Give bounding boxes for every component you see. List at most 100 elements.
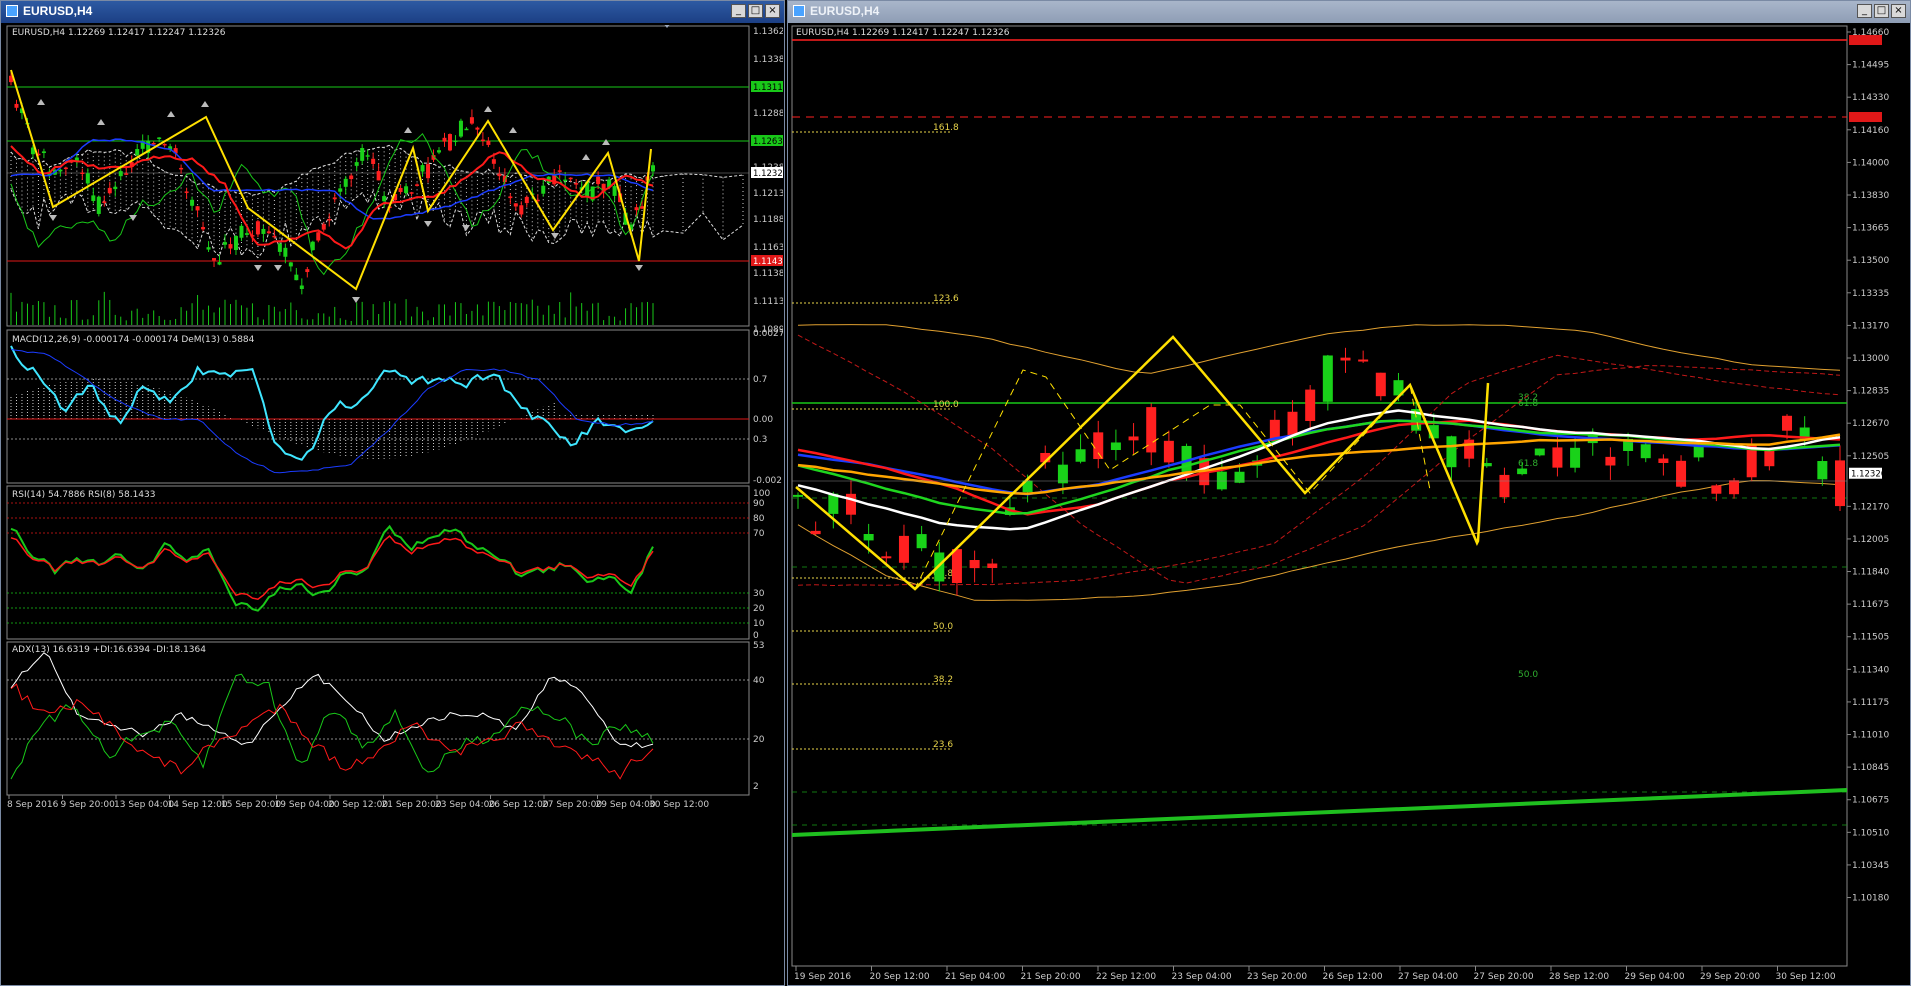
time-tick: 21 Sep 20:00 (1021, 972, 1081, 982)
price-tick: 1.13665 (1852, 224, 1889, 234)
adx-tick: 20 (753, 735, 765, 745)
candle-body (376, 171, 381, 181)
price-tick: 1.14160 (1852, 126, 1889, 136)
candle-body (1093, 432, 1104, 460)
left-chart-window[interactable]: EURUSD,H4 _ □ × EURUSD,H4 1.12269 1.1241… (0, 0, 785, 986)
close-button[interactable]: × (1891, 4, 1906, 18)
right-window-titlebar[interactable]: EURUSD,H4 _ □ × (788, 1, 1910, 23)
time-tick: 20 Sep 12:00 (328, 800, 388, 810)
macd-tick: 0.7 (753, 375, 767, 385)
candle-body (442, 137, 447, 142)
candle-body (898, 535, 909, 563)
candle-body (195, 206, 200, 211)
candle-body (1464, 439, 1475, 459)
candle-body (1075, 449, 1086, 462)
time-tick: 29 Sep 04:00 (596, 800, 656, 810)
candle-body (316, 232, 321, 241)
price-tick: 1.10675 (1852, 796, 1889, 806)
candle-body (14, 103, 19, 108)
close-button[interactable]: × (765, 4, 780, 18)
price-tick: 1.13170 (1852, 321, 1889, 331)
candle-body (404, 186, 409, 194)
price-tick: 1.11885 (753, 215, 783, 225)
candle-body (272, 235, 277, 238)
candle-body (1658, 458, 1669, 463)
candle-body (255, 221, 260, 235)
price-tick: 1.14000 (1852, 158, 1889, 168)
adx-tick: 2 (753, 782, 759, 792)
fib-level-label: 123.6 (933, 294, 959, 304)
minimize-button[interactable]: _ (1857, 4, 1872, 18)
time-tick: 8 Sep 2016 (7, 800, 59, 810)
candle-body (223, 242, 227, 245)
left-chart-canvas[interactable]: EURUSD,H4 1.12269 1.12417 1.12247 1.1232… (3, 25, 783, 985)
price-tick: 1.12135 (753, 189, 783, 199)
time-tick: 20 Sep 12:00 (870, 972, 930, 982)
price-tick: 1.12880 (753, 109, 783, 119)
candle-body (524, 196, 529, 204)
candle-body (480, 139, 485, 142)
chart-window-icon (6, 5, 18, 17)
candle-body (184, 191, 189, 193)
candle-body (596, 176, 601, 185)
candle-body (365, 155, 370, 157)
candle-body (612, 186, 617, 196)
candle-body (793, 494, 803, 497)
fib-level-label: 50.0 (933, 622, 953, 632)
price-tick: 1.12005 (1852, 535, 1889, 545)
right-chart-window[interactable]: EURUSD,H4 _ □ × 161.8 123.6 100.0 61.8 50.0 3… (787, 0, 1911, 986)
price-tag-red (1849, 35, 1882, 45)
candle-body (1110, 442, 1121, 451)
candle-body (486, 140, 491, 145)
macd-tick: 0.002763 (753, 329, 783, 339)
candle-body (1693, 445, 1704, 458)
right-price-pane (791, 25, 1848, 967)
candle-body (951, 549, 962, 584)
maximize-button[interactable]: □ (1874, 4, 1889, 18)
candle-body (206, 247, 211, 250)
rsi-pane (6, 485, 750, 640)
macd-header: MACD(12,26,9) -0.000174 -0.000174 DeM(13… (12, 335, 255, 345)
candle-body (541, 185, 546, 194)
candle-body (212, 258, 217, 261)
candle-body (162, 143, 167, 146)
candle-body (469, 117, 474, 124)
adx-tick: 40 (753, 676, 765, 686)
candle-body (563, 179, 568, 182)
rsi-tick: 80 (753, 514, 765, 524)
time-tick: 9 Sep 20:00 (61, 800, 116, 810)
candle-body (190, 199, 195, 206)
candle-body (1711, 485, 1722, 494)
candle-body (420, 165, 425, 172)
candle-body (881, 556, 892, 559)
candle-body (85, 173, 90, 184)
candle-body (987, 563, 998, 568)
fib-level-label: 161.8 (933, 123, 959, 133)
candle-body (118, 171, 123, 177)
time-tick: 23 Sep 04:00 (1172, 972, 1232, 982)
candle-body (349, 175, 354, 180)
candle-body (327, 219, 332, 221)
left-window-titlebar[interactable]: EURUSD,H4 _ □ × (1, 1, 784, 23)
price-tick: 1.11175 (1852, 698, 1889, 708)
price-axis: 1.146601.144951.143301.141601.140001.138… (1847, 28, 1889, 904)
minimize-button[interactable]: _ (731, 4, 746, 18)
left-chart-area[interactable]: EURUSD,H4 1.12269 1.12417 1.12247 1.1232… (3, 25, 783, 985)
price-tick: 1.11385 (753, 269, 783, 279)
candle-body (1534, 448, 1545, 456)
candle-body (1517, 468, 1528, 475)
candle-body (1676, 460, 1687, 487)
right-chart-canvas[interactable]: 161.8123.6100.061.850.038.223.638.261.86… (790, 25, 1910, 985)
adx-tick: 53 (753, 641, 764, 651)
rsi-tick: 0 (753, 631, 759, 641)
right-chart-area[interactable]: 161.8123.6100.061.850.038.223.638.261.86… (790, 25, 1908, 983)
price-tick: 1.11635 (753, 243, 783, 253)
candle-body (634, 207, 639, 211)
candle-body (458, 120, 463, 137)
maximize-button[interactable]: □ (748, 4, 763, 18)
candle-body (1163, 440, 1174, 463)
macd-tick: -0.002105 (753, 476, 783, 486)
candle-body (437, 150, 441, 153)
macd-axis: 0.002763 0.7 0.00 0.3 -0.002105 (753, 329, 783, 486)
candle-body (640, 206, 645, 209)
